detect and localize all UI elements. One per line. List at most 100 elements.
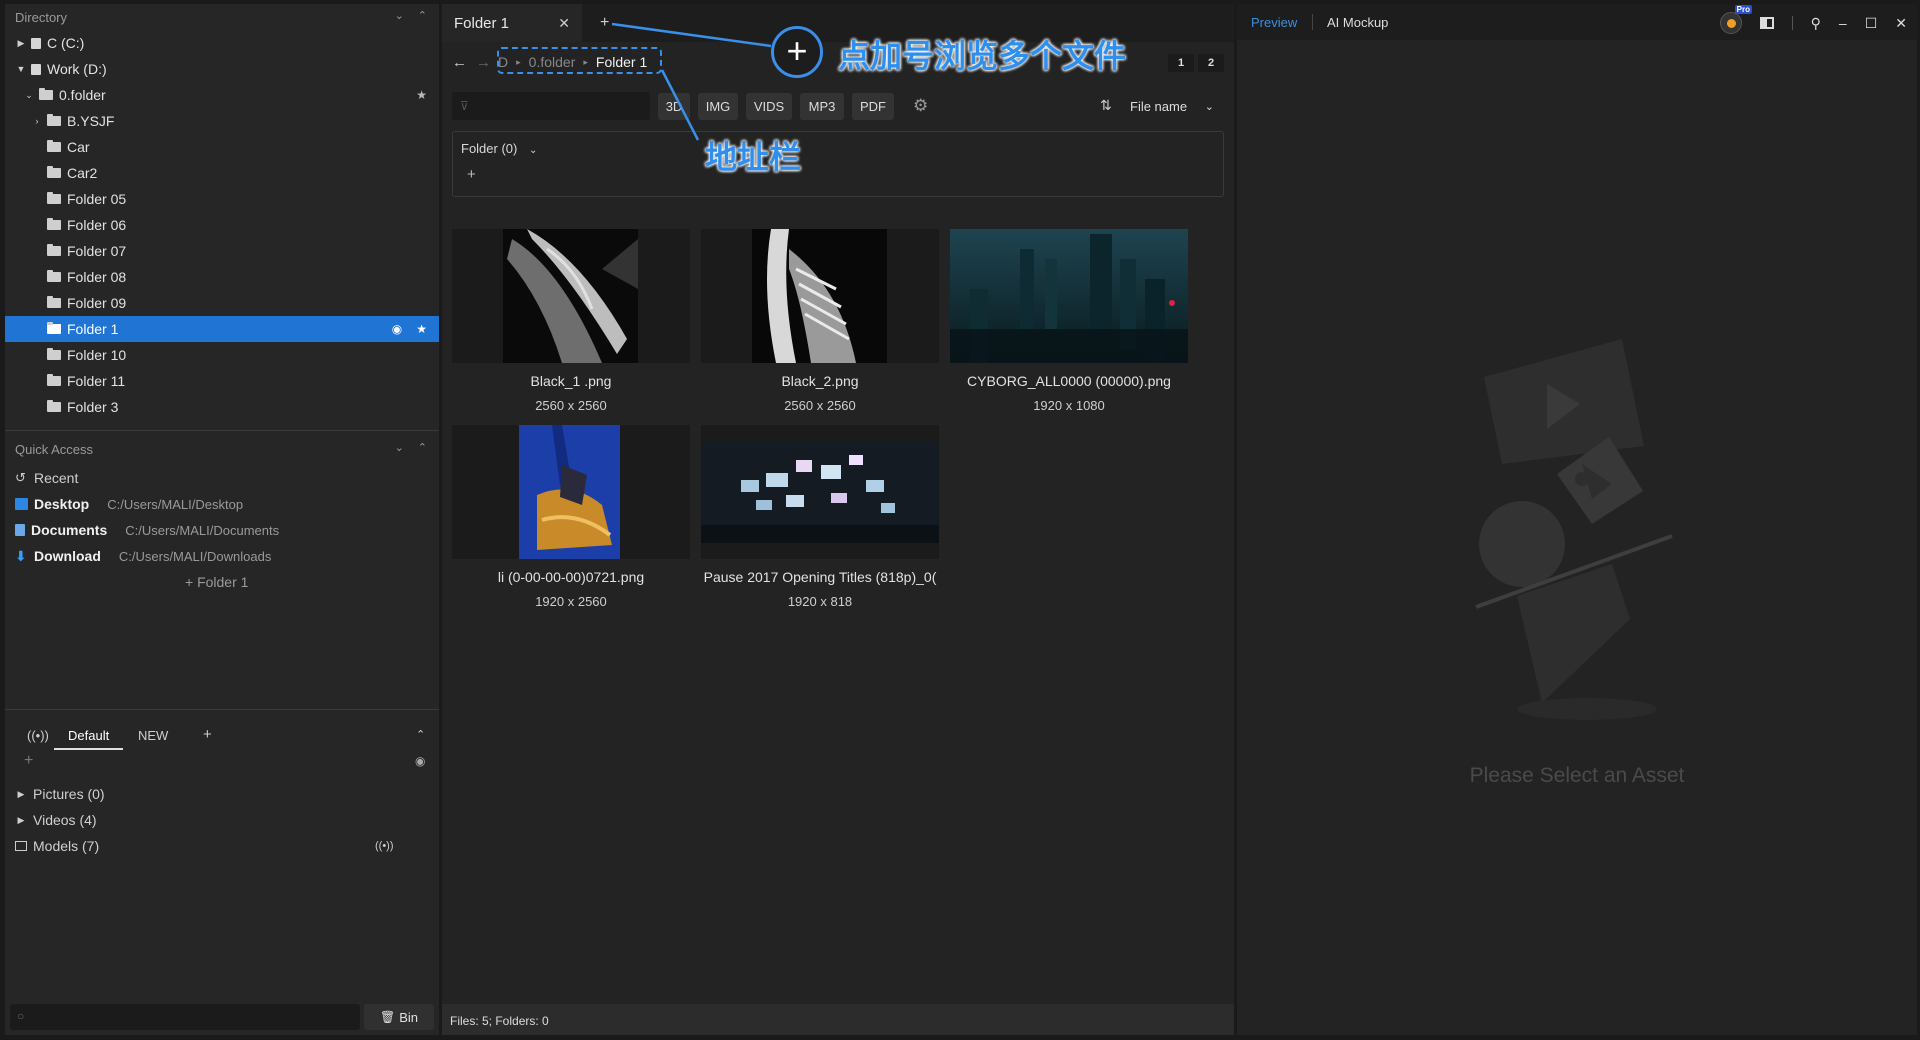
add-tab-button[interactable]: + [600, 14, 609, 32]
tree-item-0-folder[interactable]: ⌄ 0.folder ★ [5, 82, 439, 108]
tree-item-label: Folder 3 [67, 399, 119, 415]
tree-item-car[interactable]: Car [5, 134, 439, 160]
tree-item-label: Work (D:) [47, 61, 107, 77]
tree-item-folder-09[interactable]: Folder 09 [5, 290, 439, 316]
asset-name: li (0-00-00-00)0721.png [497, 569, 645, 585]
tree-item-folder-06[interactable]: Folder 06 [5, 212, 439, 238]
filter-chip-3d[interactable]: 3D [658, 93, 690, 120]
asset-thumbnail[interactable] [701, 229, 939, 363]
maximize-icon[interactable]: ☐ [1865, 15, 1878, 32]
asset-card[interactable]: Black_1 .png 2560 x 2560 [452, 229, 690, 413]
asset-thumbnail[interactable] [950, 229, 1188, 363]
collection-videos[interactable]: ▶ Videos (4) [15, 808, 97, 832]
broadcast-icon[interactable]: ((•)) [375, 840, 394, 852]
quick-access-path: C:/Users/MALI/Desktop [107, 496, 244, 512]
collapse-icon[interactable]: ⌄ [395, 9, 404, 22]
tree-item-folder-10[interactable]: Folder 10 [5, 342, 439, 368]
asset-dimensions: 1920 x 818 [787, 594, 853, 609]
tree-item-folder-11[interactable]: Folder 11 [5, 368, 439, 394]
divider [1791, 16, 1793, 30]
quick-access-pinned-folder[interactable]: + Folder 1 [185, 570, 248, 594]
view-button-2[interactable]: 2 [1198, 54, 1224, 72]
tree-item-folder-1[interactable]: Folder 1 ◉ ★ [5, 316, 439, 342]
collapse-icon[interactable]: ⌄ [395, 441, 404, 454]
layout-icon[interactable] [1759, 17, 1774, 29]
chevron-right-icon[interactable]: › [31, 116, 43, 126]
close-window-icon[interactable]: ✕ [1895, 15, 1907, 32]
back-arrow-icon[interactable]: ← [452, 54, 467, 71]
asset-thumbnail[interactable] [452, 229, 690, 363]
tree-item-label: Car2 [67, 165, 98, 181]
tree-item-b-ysjf[interactable]: › B.YSJF [5, 108, 439, 134]
collection-label: Videos (4) [33, 812, 97, 828]
forward-arrow-icon[interactable]: → [476, 54, 491, 71]
tree-item-folder-05[interactable]: Folder 05 [5, 186, 439, 212]
tab-ai-mockup[interactable]: AI Mockup [1327, 15, 1388, 30]
star-icon[interactable]: ★ [416, 88, 427, 102]
collection-models[interactable]: Models (7) ((•)) [15, 834, 405, 858]
caret-right-icon[interactable]: ▶ [15, 815, 27, 826]
quick-access-header: Quick Access ⌄ ⌃ [5, 436, 439, 462]
eye-icon[interactable]: ◉ [415, 754, 425, 768]
eye-icon[interactable]: ◉ [392, 322, 402, 336]
pin-icon[interactable]: ⚲ [1811, 15, 1821, 32]
close-icon[interactable]: ✕ [558, 15, 570, 32]
avatar[interactable]: Pro [1719, 5, 1752, 34]
chevron-down-icon[interactable]: ⌄ [23, 90, 35, 101]
filter-chip-mp3[interactable]: MP3 [800, 93, 844, 120]
left-search-input[interactable]: ○ [10, 1004, 360, 1030]
expand-up-icon[interactable]: ⌃ [416, 728, 425, 741]
tree-item-folder-07[interactable]: Folder 07 [5, 238, 439, 264]
asset-card[interactable]: CYBORG_ALL0000 (00000).png 1920 x 1080 [950, 229, 1188, 413]
asset-thumbnail[interactable] [452, 425, 690, 559]
tree-item-work-drive[interactable]: ▼ Work (D:) [5, 56, 439, 82]
tree-item-folder-3[interactable]: Folder 3 [5, 394, 439, 420]
expand-up-icon[interactable]: ⌃ [418, 441, 427, 454]
add-tab-icon[interactable]: + [203, 726, 212, 743]
sort-icon[interactable]: ⇅ [1100, 97, 1112, 114]
filter-chip-pdf[interactable]: PDF [852, 93, 894, 120]
asset-dimensions: 2560 x 2560 [784, 398, 856, 413]
quick-access-documents[interactable]: Documents C:/Users/MALI/Documents [15, 518, 279, 542]
caret-down-icon[interactable]: ▼ [15, 64, 27, 74]
filter-input[interactable]: ⊽ [452, 92, 650, 120]
quick-access-recent[interactable]: ↺ Recent [15, 466, 78, 490]
tree-item-label: C (C:) [47, 35, 85, 51]
minimize-icon[interactable]: – [1839, 15, 1847, 31]
gear-icon[interactable]: ⚙ [913, 96, 928, 116]
bin-button[interactable]: 🗑 Bin [364, 1004, 434, 1030]
tree-item-folder-08[interactable]: Folder 08 [5, 264, 439, 290]
asset-card[interactable]: li (0-00-00-00)0721.png 1920 x 2560 [452, 425, 690, 609]
collection-pictures[interactable]: ▶ Pictures (0) [15, 782, 105, 806]
annotation-add-tab: 点加号浏览多个文件 [838, 37, 1127, 75]
quick-access-download[interactable]: ⬇ Download C:/Users/MALI/Downloads [15, 544, 271, 568]
sort-select[interactable]: File name ⌄ [1122, 93, 1222, 120]
caret-right-icon[interactable]: ▶ [15, 789, 27, 800]
desktop-icon [15, 498, 28, 510]
quick-access-desktop[interactable]: Desktop C:/Users/MALI/Desktop [15, 492, 243, 516]
broadcast-icon[interactable]: ((•)) [27, 728, 49, 743]
filter-chip-vids[interactable]: VIDS [746, 93, 792, 120]
tab-preview[interactable]: Preview [1251, 15, 1297, 30]
tree-item-car2[interactable]: Car2 [5, 160, 439, 186]
tab-default[interactable]: Default [53, 728, 124, 750]
asset-card[interactable]: Black_2.png 2560 x 2560 [701, 229, 939, 413]
tree-item-c-drive[interactable]: ▶ C (C:) [5, 30, 439, 56]
view-button-1[interactable]: 1 [1168, 54, 1194, 72]
tab-folder-1[interactable]: Folder 1 ✕ [442, 4, 582, 42]
browser-panel: Folder 1 ✕ + ← → D ▸ 0.folder ▸ Folder 1 1… [442, 4, 1234, 1035]
caret-right-icon[interactable]: ▶ [15, 38, 27, 49]
asset-name: Black_1 .png [530, 373, 612, 389]
filter-chip-img[interactable]: IMG [698, 93, 738, 120]
folder-section-title[interactable]: Folder (0) ⌄ [461, 141, 537, 156]
star-icon[interactable]: ★ [416, 322, 427, 336]
add-folder-icon[interactable]: + [467, 166, 476, 183]
folder-icon [47, 374, 61, 386]
sort-label: File name [1130, 99, 1188, 114]
chevron-down-icon: ⌄ [528, 145, 538, 156]
asset-card[interactable]: Pause 2017 Opening Titles (818p)_0( 1920… [701, 425, 939, 609]
asset-thumbnail[interactable] [701, 425, 939, 559]
tab-new[interactable]: NEW [138, 728, 168, 743]
add-collection-icon[interactable]: + [24, 752, 33, 770]
expand-up-icon[interactable]: ⌃ [418, 9, 427, 22]
